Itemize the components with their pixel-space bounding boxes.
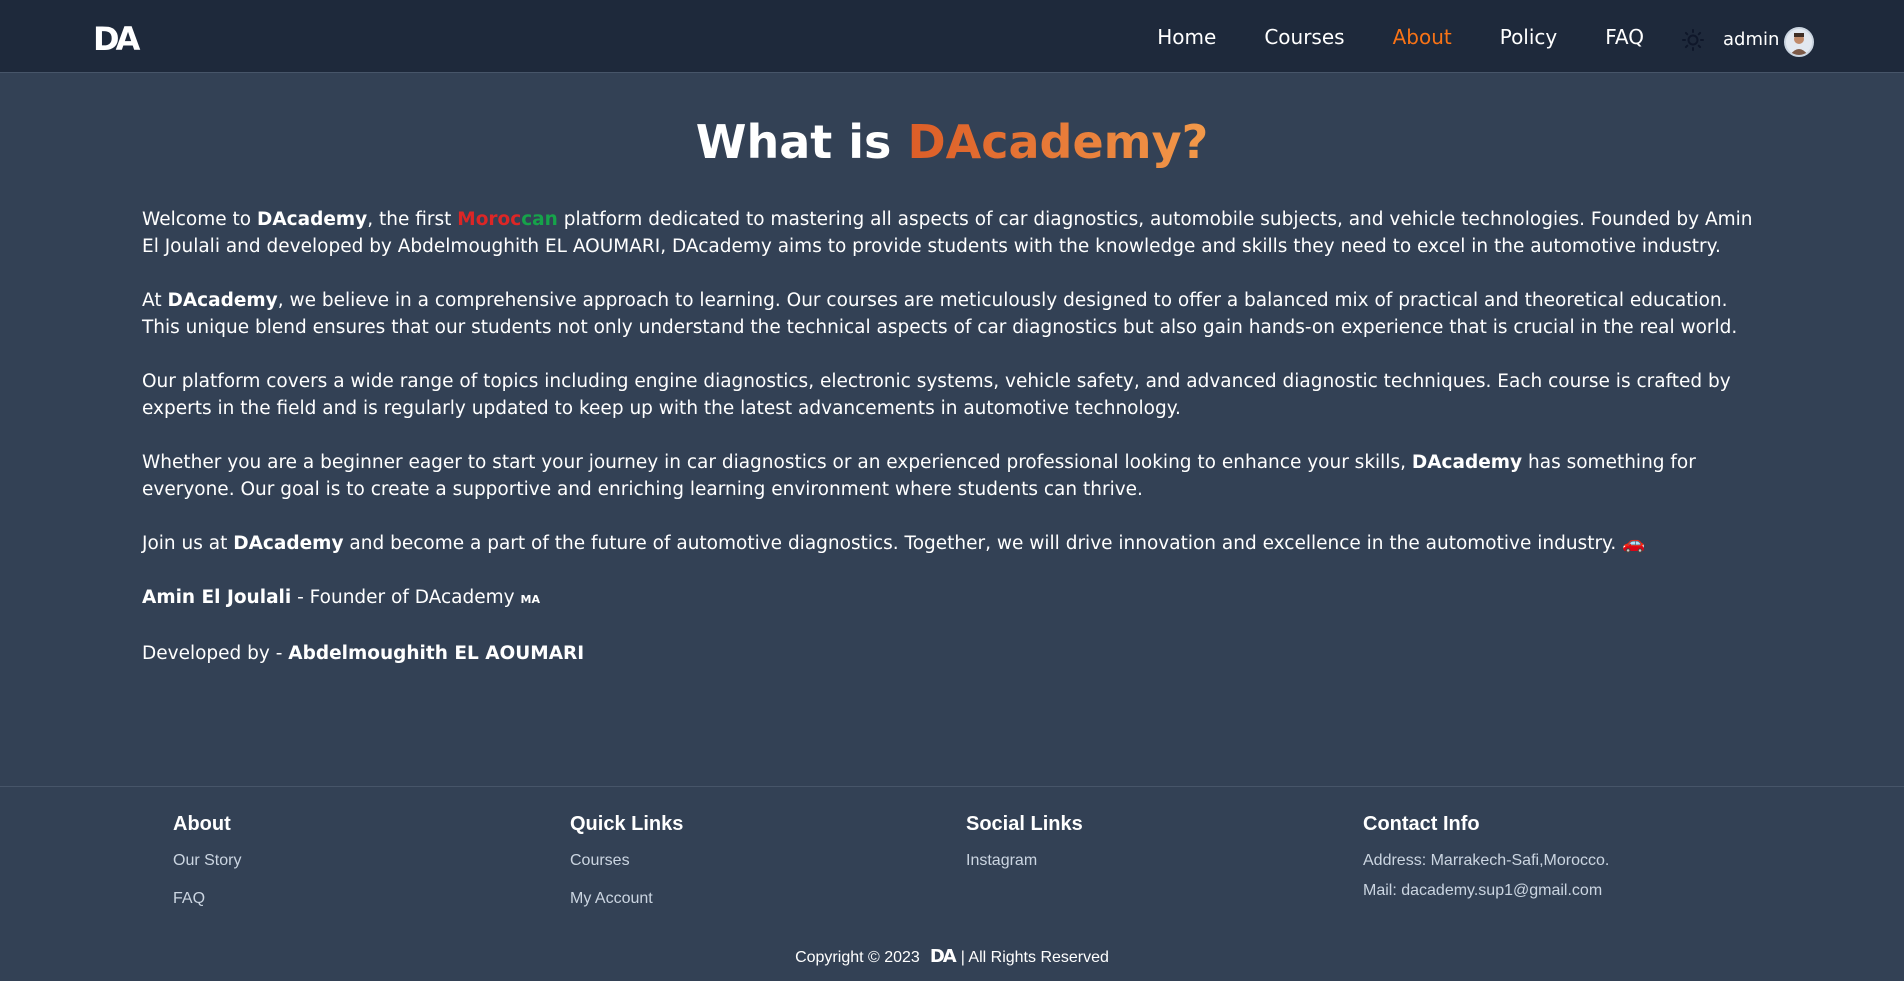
footer-contact: Contact Info Address: Marrakech-Safi,Mor… <box>1363 813 1609 912</box>
paragraph-topics: Our platform covers a wide range of topi… <box>142 371 1731 419</box>
nav-courses[interactable]: Courses <box>1264 25 1344 49</box>
nav-links: Home Courses About Policy FAQ <box>1109 0 1644 73</box>
title-brand: DAcademy? <box>907 115 1209 169</box>
moroccan-word: Moroccan <box>457 209 558 230</box>
footer-logo: DA <box>929 946 957 967</box>
paragraph-welcome: Welcome to DAcademy, the first Moroccan … <box>142 209 1753 257</box>
username[interactable]: admin <box>1723 29 1779 50</box>
footer-link-faq[interactable]: FAQ <box>173 890 241 908</box>
founder-name: Amin El Joulali <box>142 587 292 608</box>
logo-text: DA <box>93 20 140 58</box>
site-logo[interactable]: DA <box>93 20 140 58</box>
about-content: Welcome to DAcademy, the first Moroccan … <box>142 206 1762 694</box>
car-icon: 🚗 <box>1622 533 1646 554</box>
footer-link-my-account[interactable]: My Account <box>570 890 683 908</box>
footer-link-our-story[interactable]: Our Story <box>173 852 241 870</box>
footer-quick-links: Quick Links Courses My Account <box>570 813 683 928</box>
footer-social-title: Social Links <box>966 813 1083 835</box>
site-footer: About Our Story FAQ Quick Links Courses … <box>0 786 1904 981</box>
brand-name: DAcademy <box>1411 452 1523 473</box>
paragraph-audience: Whether you are a beginner eager to star… <box>142 452 1696 500</box>
footer-about: About Our Story FAQ <box>173 813 241 928</box>
contact-address: Address: Marrakech-Safi,Morocco. <box>1363 852 1610 869</box>
nav-home[interactable]: Home <box>1157 25 1216 49</box>
paragraph-join: Join us at DAcademy and become a part of… <box>142 533 1646 554</box>
copyright: Copyright © 2023 DA | All Rights Reserved <box>795 946 1109 967</box>
footer-link-courses[interactable]: Courses <box>570 852 683 870</box>
brand-name: DAcademy <box>233 533 344 554</box>
founder-line: Amin El Joulali - Founder of DAcademy MA <box>142 587 540 608</box>
sun-icon[interactable] <box>1682 29 1704 51</box>
page-title: What is DAcademy? <box>0 112 1904 172</box>
brand-name: DAcademy <box>167 290 278 311</box>
footer-about-title: About <box>173 813 231 835</box>
developer-name: Abdelmoughith EL AOUMARI <box>288 643 585 664</box>
nav-policy[interactable]: Policy <box>1500 25 1558 49</box>
title-prefix: What is <box>695 115 892 169</box>
developer-line: Developed by - Abdelmoughith EL AOUMARI <box>142 643 585 664</box>
paragraph-approach: At DAcademy, we believe in a comprehensi… <box>142 290 1738 338</box>
footer-contact-title: Contact Info <box>1363 813 1480 835</box>
footer-social-links: Social Links Instagram <box>966 813 1083 890</box>
top-navbar: DA Home Courses About Policy FAQ admin <box>0 0 1904 73</box>
contact-mail: Mail: dacademy.sup1@gmail.com <box>1363 882 1603 899</box>
morocco-flag-icon: MA <box>520 593 540 606</box>
avatar[interactable] <box>1784 27 1814 57</box>
nav-faq[interactable]: FAQ <box>1605 25 1644 49</box>
footer-link-instagram[interactable]: Instagram <box>966 852 1083 870</box>
brand-name: DAcademy <box>256 209 368 230</box>
nav-about[interactable]: About <box>1393 25 1452 49</box>
footer-quick-title: Quick Links <box>570 813 684 835</box>
